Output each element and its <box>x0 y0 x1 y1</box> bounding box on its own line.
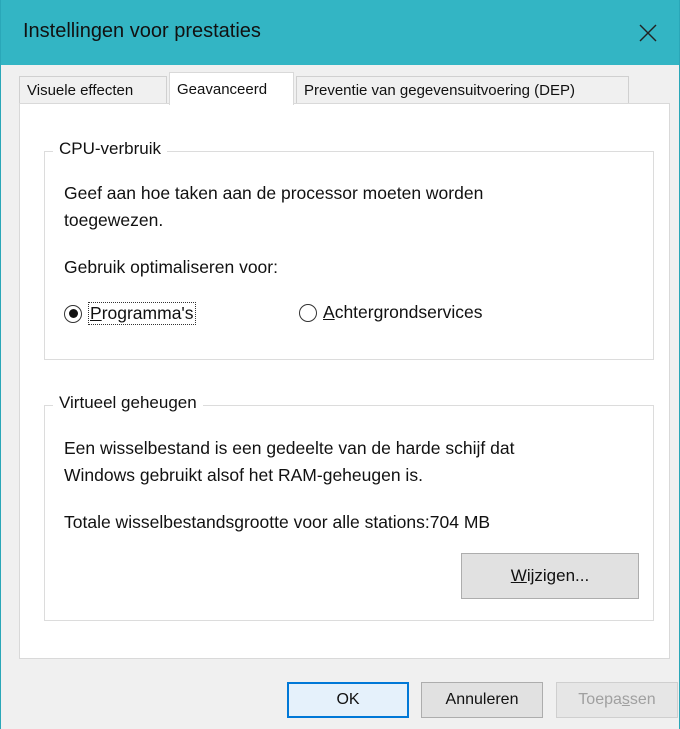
vm-description-line1: Een wisselbestand is een gedeelte van de… <box>64 438 515 458</box>
close-icon <box>639 24 657 41</box>
tab-advanced[interactable]: Geavanceerd <box>169 72 294 105</box>
ok-button-label: OK <box>336 691 360 708</box>
change-button[interactable]: Wijzigen... <box>461 553 639 599</box>
close-button[interactable] <box>617 0 679 65</box>
cpu-group-legend: CPU-verbruik <box>53 139 168 159</box>
tab-label: Visuele effecten <box>27 82 134 99</box>
cpu-description-line2: toegewezen. <box>64 210 164 230</box>
tab-visual-effects[interactable]: Visuele effecten <box>19 76 167 104</box>
tab-dep[interactable]: Preventie van gegevensuitvoering (DEP) <box>296 76 629 104</box>
cpu-description: Geef aan hoe taken aan de processor moet… <box>64 180 483 234</box>
radio-unselected-icon <box>299 303 317 322</box>
radio-background-services[interactable]: Achtergrondservices <box>299 302 483 323</box>
cancel-button-label: Annuleren <box>445 691 519 708</box>
total-pagefile-size: Totale wisselbestandsgrootte voor alle s… <box>64 509 490 536</box>
radio-selected-icon <box>64 304 82 323</box>
tab-label: Geavanceerd <box>177 80 268 98</box>
virtual-memory-group: Virtueel geheugen Een wisselbestand is e… <box>44 393 654 621</box>
ok-button[interactable]: OK <box>287 682 409 718</box>
virtual-memory-legend: Virtueel geheugen <box>53 393 203 413</box>
vm-description-line2: Windows gebruikt alsof het RAM-geheugen … <box>64 465 423 485</box>
tab-strip: Visuele effecten Geavanceerd Preventie v… <box>19 72 669 105</box>
change-button-label: Wijzigen... <box>510 566 590 585</box>
tab-label: Preventie van gegevensuitvoering (DEP) <box>304 82 575 99</box>
virtual-memory-description: Een wisselbestand is een gedeelte van de… <box>64 435 514 489</box>
cpu-description-line1: Geef aan hoe taken aan de processor moet… <box>64 183 484 203</box>
total-pagefile-value: 704 MB <box>429 512 491 532</box>
apply-button-label: Toepassen <box>578 691 656 708</box>
total-pagefile-label: Totale wisselbestandsgrootte voor alle s… <box>64 512 430 532</box>
window-title: Instellingen voor prestaties <box>23 20 261 42</box>
radio-programs-label: Programma's <box>88 302 196 325</box>
tab-panel-advanced: CPU-verbruik Geef aan hoe taken aan de p… <box>19 103 670 659</box>
radio-background-services-label: Achtergrondservices <box>323 302 483 322</box>
radio-programs[interactable]: Programma's <box>64 302 196 325</box>
title-bar[interactable]: Instellingen voor prestaties <box>1 0 679 65</box>
cpu-group: CPU-verbruik Geef aan hoe taken aan de p… <box>44 139 654 360</box>
apply-button[interactable]: Toepassen <box>556 682 678 718</box>
optimize-label: Gebruik optimaliseren voor: <box>64 257 278 277</box>
cancel-button[interactable]: Annuleren <box>421 682 543 718</box>
performance-settings-dialog: Instellingen voor prestaties Visuele eff… <box>0 0 680 729</box>
